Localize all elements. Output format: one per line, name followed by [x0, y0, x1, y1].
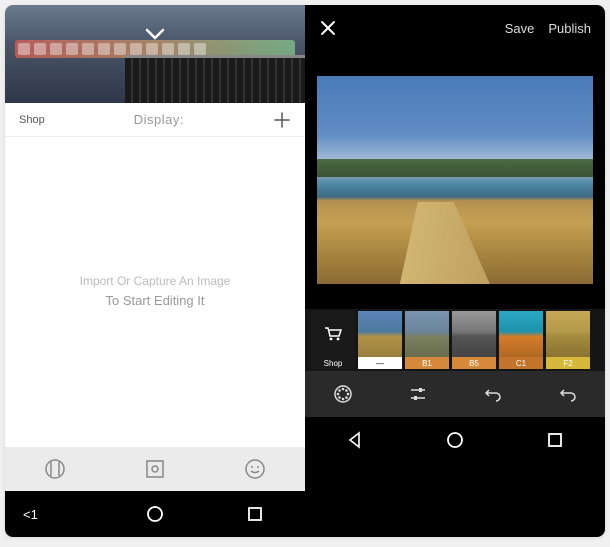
nav-recent-icon[interactable] — [546, 431, 564, 449]
square-focus-icon[interactable] — [144, 458, 166, 480]
filter-thumb — [358, 311, 402, 357]
hero-image — [5, 5, 305, 103]
filter-label: B5 — [452, 357, 496, 369]
shopping-cart-icon — [323, 311, 343, 357]
shop-link[interactable]: Shop — [19, 114, 45, 126]
gallery-header: Shop Display: — [5, 103, 305, 137]
add-button[interactable] — [273, 111, 291, 129]
filter-thumb — [452, 311, 496, 357]
filter-thumb — [405, 311, 449, 357]
filter-label: F2 — [546, 357, 590, 369]
filter-label: Shop — [324, 357, 343, 369]
filter-f2[interactable]: F2 — [546, 311, 590, 369]
editor-screen: Save Publish Shop — B1 — [305, 5, 605, 537]
filter-strip[interactable]: Shop — B1 B5 C1 F2 — [305, 309, 605, 371]
editor-header: Save Publish — [305, 5, 605, 51]
redo-icon[interactable] — [558, 384, 578, 404]
image-preview-area — [305, 51, 605, 309]
nav-recent-icon[interactable] — [246, 505, 264, 523]
empty-state: Import Or Capture An Image To Start Edit… — [5, 137, 305, 447]
close-button[interactable] — [319, 19, 337, 37]
filter-original[interactable]: — — [358, 311, 402, 369]
filter-thumb — [499, 311, 543, 357]
smiley-icon[interactable] — [244, 458, 266, 480]
gallery-screen: Shop Display: Import Or Capture An Image… — [5, 5, 305, 537]
undo-icon[interactable] — [483, 384, 503, 404]
sliders-icon[interactable] — [408, 384, 428, 404]
empty-line2: To Start Editing It — [106, 291, 205, 312]
android-nav-right — [305, 417, 605, 463]
filter-shop-button[interactable]: Shop — [311, 311, 355, 369]
display-title[interactable]: Display: — [134, 112, 184, 127]
filter-b5[interactable]: B5 — [452, 311, 496, 369]
nav-back-icon[interactable] — [346, 431, 364, 449]
filter-label: — — [358, 357, 402, 369]
chevron-down-icon[interactable] — [145, 27, 165, 41]
filter-label: C1 — [499, 357, 543, 369]
edit-toolbar — [305, 371, 605, 417]
empty-line1: Import Or Capture An Image — [80, 272, 231, 291]
column-icon[interactable] — [44, 458, 66, 480]
filter-b1[interactable]: B1 — [405, 311, 449, 369]
filter-label: B1 — [405, 357, 449, 369]
status-text: <1 — [23, 507, 38, 522]
preview-image[interactable] — [317, 76, 593, 284]
android-nav-left: <1 — [5, 491, 305, 537]
nav-home-icon[interactable] — [446, 431, 464, 449]
filter-c1[interactable]: C1 — [499, 311, 543, 369]
save-button[interactable]: Save — [505, 21, 535, 36]
presets-icon[interactable] — [333, 384, 353, 404]
publish-button[interactable]: Publish — [548, 21, 591, 36]
bottom-toolbar — [5, 447, 305, 491]
nav-home-icon[interactable] — [146, 505, 164, 523]
filter-thumb — [546, 311, 590, 357]
